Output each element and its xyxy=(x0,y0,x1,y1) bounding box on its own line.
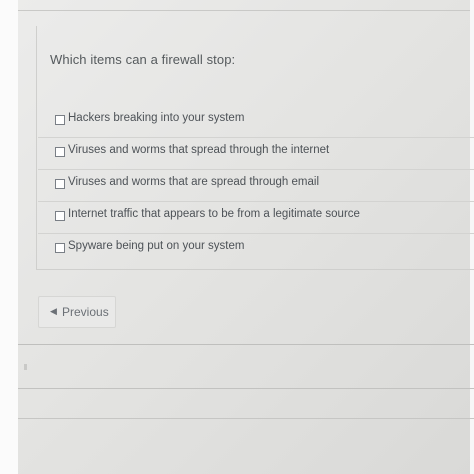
checkbox[interactable] xyxy=(55,179,65,189)
question-text: Which items can a firewall stop: xyxy=(50,52,236,67)
answer-label: Internet traffic that appears to be from… xyxy=(68,208,360,220)
answer-list: Hackers breaking into your system Viruse… xyxy=(38,106,474,266)
quiz-page: Which items can a firewall stop: Hackers… xyxy=(0,0,474,474)
checkbox[interactable] xyxy=(55,115,65,125)
answer-option[interactable]: Viruses and worms that spread through th… xyxy=(38,138,474,170)
answer-option[interactable]: Spyware being put on your system xyxy=(38,234,474,266)
divider xyxy=(18,418,474,419)
triangle-left-icon: ◀ xyxy=(50,306,57,316)
checkbox[interactable] xyxy=(55,243,65,253)
answer-option[interactable]: Hackers breaking into your system xyxy=(38,106,474,138)
answer-label: Viruses and worms that are spread throug… xyxy=(68,176,320,188)
answer-option[interactable]: Internet traffic that appears to be from… xyxy=(38,202,474,234)
checkbox[interactable] xyxy=(55,147,65,157)
answer-label: Viruses and worms that spread through th… xyxy=(68,144,330,156)
page-marker xyxy=(24,364,27,370)
checkbox[interactable] xyxy=(55,211,65,221)
divider xyxy=(18,344,474,345)
answer-label: Spyware being put on your system xyxy=(68,240,245,252)
previous-button[interactable]: ◀ Previous xyxy=(38,296,116,328)
answer-option[interactable]: Viruses and worms that are spread throug… xyxy=(38,170,474,202)
left-margin xyxy=(0,0,18,474)
previous-label: Previous xyxy=(62,305,109,319)
top-divider xyxy=(18,10,470,11)
answer-label: Hackers breaking into your system xyxy=(68,112,245,124)
divider xyxy=(18,388,474,389)
